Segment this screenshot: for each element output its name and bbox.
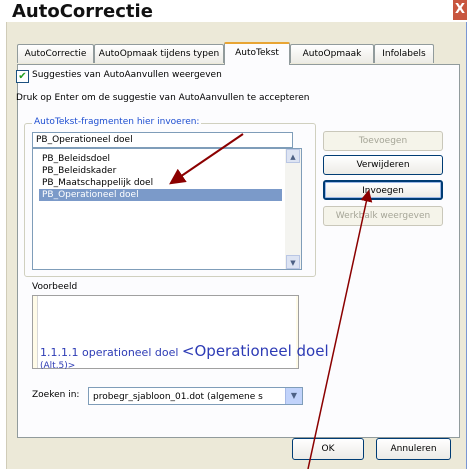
suggestions-checkbox[interactable]: ✔ [16, 70, 29, 83]
ok-button[interactable]: OK [292, 438, 364, 460]
list-item[interactable]: PB_Maatschappelijk doel [39, 177, 282, 189]
title-bar: AutoCorrectie X [0, 0, 467, 22]
preview-label: Voorbeeld [32, 282, 78, 292]
preview-number: 1.1.1.1 operationeel doel [40, 346, 179, 359]
list-item[interactable]: PB_Beleidskader [39, 165, 282, 177]
search-in-select[interactable]: probegr_sjabloon_01.dot (algemene s ▼ [88, 387, 303, 405]
search-in-label: Zoeken in: [32, 390, 80, 400]
preview-box: 1.1.1.1 operationeel doel <Operationeel … [32, 295, 329, 371]
tab-autocorrectie[interactable]: AutoCorrectie [17, 44, 94, 63]
delete-button[interactable]: Verwijderen [323, 155, 443, 175]
chevron-down-icon[interactable]: ▼ [285, 388, 302, 404]
preview-tail: (Alt.5)> [40, 361, 76, 371]
preview-page: 1.1.1.1 operationeel doel <Operationeel … [37, 296, 329, 371]
add-button[interactable]: Toevoegen [323, 131, 443, 151]
tab-autoopmaak[interactable]: AutoOpmaak [290, 44, 374, 63]
autotext-entry-input[interactable]: PB_Operationeel doel [32, 132, 293, 148]
autotext-group-label: AutoTekst-fragmenten hier invoeren: [32, 117, 202, 127]
list-scrollbar[interactable]: ▲ ▼ [285, 149, 301, 269]
close-icon[interactable]: X [453, 0, 467, 20]
enter-hint: Druk op Enter om de suggestie van AutoAa… [16, 93, 310, 103]
show-toolbar-button[interactable]: Werkbalk weergeven [323, 206, 443, 226]
scroll-down-icon[interactable]: ▼ [286, 255, 300, 269]
preview-text: 1.1.1.1 operationeel doel <Operationeel … [40, 342, 329, 360]
autotext-list[interactable]: PB_Beleidsdoel PB_Beleidskader PB_Maatsc… [32, 148, 302, 270]
suggestions-label: Suggesties van AutoAanvullen weergeven [32, 70, 222, 80]
list-item[interactable]: PB_Beleidsdoel [39, 153, 282, 165]
tab-autoopmaak-typen[interactable]: AutoOpmaak tijdens typen [94, 44, 224, 63]
scroll-up-icon[interactable]: ▲ [286, 149, 300, 163]
cancel-button[interactable]: Annuleren [376, 438, 451, 460]
preview-field: <Operationeel doel [181, 342, 329, 360]
tab-autotekst[interactable]: AutoTekst [224, 42, 290, 65]
search-in-value: probegr_sjabloon_01.dot (algemene s [93, 392, 263, 402]
insert-button[interactable]: Invoegen [323, 180, 443, 200]
list-item-selected[interactable]: PB_Operationeel doel [39, 189, 282, 201]
tab-infolabels[interactable]: Infolabels [374, 44, 434, 63]
window-title: AutoCorrectie [12, 1, 153, 22]
